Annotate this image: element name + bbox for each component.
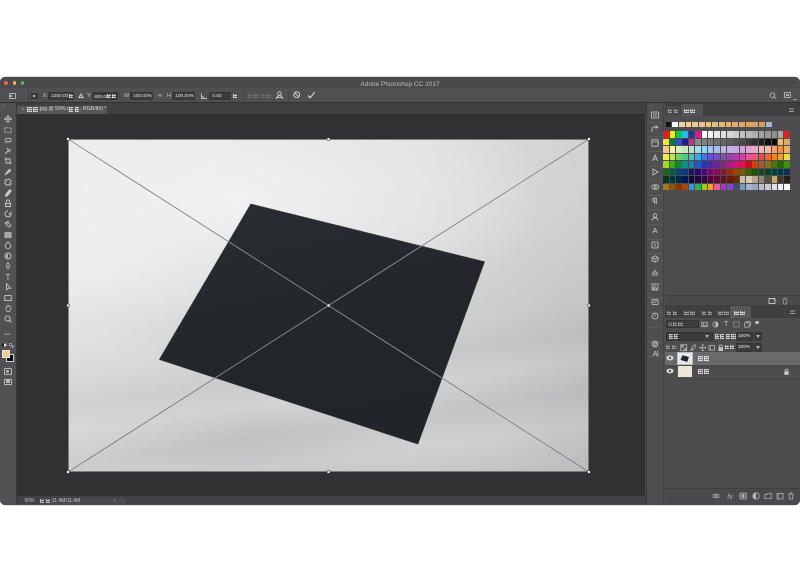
svg-text:A: A [652, 349, 657, 358]
svg-text:A: A [652, 226, 657, 235]
svg-text:fx: fx [727, 494, 733, 501]
svg-text:T: T [5, 273, 10, 282]
svg-text:@: @ [652, 342, 657, 348]
